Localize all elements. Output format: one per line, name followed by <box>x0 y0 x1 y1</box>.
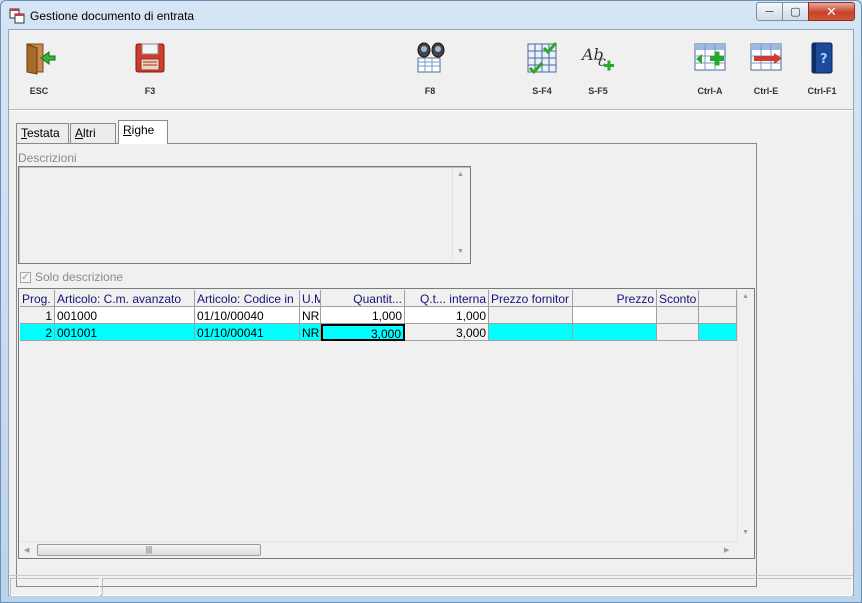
descrizioni-scrollbar[interactable]: ▲ ▼ <box>452 168 469 262</box>
col-header-articolo-cm[interactable]: Articolo: C.m. avanzato <box>55 290 195 307</box>
spellcheck-button[interactable]: Ab c S-F5 <box>570 36 626 102</box>
thumb-grip-icon: ||| <box>145 545 153 554</box>
scroll-up-icon[interactable]: ▲ <box>742 293 749 300</box>
main-window: Gestione documento di entrata ─ ▢ ✕ ESC <box>0 0 862 603</box>
status-bar <box>9 575 853 596</box>
exit-door-icon <box>26 43 56 75</box>
cell-articolo-cm[interactable]: 001001 <box>55 324 195 341</box>
righe-panel: Descrizioni ▲ ▼ ✓ Solo descrizione Prog.… <box>16 143 757 587</box>
tab-altri[interactable]: Altri <box>70 123 116 143</box>
esc-button[interactable]: ESC <box>11 36 67 102</box>
add-row-button-label: Ctrl-A <box>697 86 723 96</box>
help-button[interactable]: ? Ctrl-F1 <box>794 36 850 102</box>
help-book-icon: ? <box>811 42 833 74</box>
svg-text:?: ? <box>820 52 828 67</box>
solo-descrizione-label: Solo descrizione <box>35 270 124 284</box>
tab-righe[interactable]: Righe <box>118 120 168 144</box>
maximize-button[interactable]: ▢ <box>782 2 809 21</box>
tab-righe-hotkey: R <box>123 123 132 137</box>
descrizioni-label: Descrizioni <box>18 151 77 165</box>
cell-articolo-codice[interactable]: 01/10/00041 <box>195 324 300 341</box>
app-windows-icon <box>9 8 25 24</box>
spellcheck-add-icon: Ab c <box>580 45 614 71</box>
col-header-quantita[interactable]: Quantit... <box>321 290 405 307</box>
horizontal-scroll-thumb[interactable]: ||| <box>37 544 261 556</box>
close-button[interactable]: ✕ <box>808 2 855 21</box>
col-header-qt-interna[interactable]: Q.t... interna <box>405 290 489 307</box>
grid-vertical-scrollbar[interactable]: ▲ ▼ <box>737 289 754 541</box>
cell-prezzo-fornitore[interactable] <box>489 324 573 341</box>
cell-extra[interactable] <box>699 324 737 341</box>
scroll-left-icon[interactable]: ◀ <box>24 546 29 554</box>
cell-articolo-cm[interactable]: 001000 <box>55 307 195 324</box>
righe-grid[interactable]: Prog. Articolo: C.m. avanzato Articolo: … <box>18 288 755 559</box>
grid-horizontal-scrollbar[interactable]: ◀ ||| ▶ <box>19 541 738 558</box>
cell-um[interactable]: NR <box>300 324 321 341</box>
help-button-label: Ctrl-F1 <box>807 86 837 96</box>
cell-sconto[interactable] <box>657 324 699 341</box>
minimize-icon: ─ <box>765 5 774 18</box>
cell-extra[interactable] <box>699 307 737 324</box>
cell-sconto[interactable] <box>657 307 699 324</box>
delete-row-button[interactable]: Ctrl-E <box>738 36 794 102</box>
esc-button-label: ESC <box>29 86 49 96</box>
cell-qt-interna[interactable]: 3,000 <box>405 324 489 341</box>
cell-um[interactable]: NR <box>300 307 321 324</box>
grid-check-button-label: S-F4 <box>532 86 552 96</box>
cell-prezzo[interactable] <box>573 324 657 341</box>
checkbox-check-icon: ✓ <box>20 271 31 283</box>
col-header-prezzo[interactable]: Prezzo <box>573 290 657 307</box>
col-header-sconto[interactable]: Sconto <box>657 290 699 307</box>
descrizioni-textarea[interactable]: ▲ ▼ <box>18 166 471 264</box>
delete-row-button-label: Ctrl-E <box>753 86 779 96</box>
toolbar-separator <box>9 109 853 111</box>
search-button[interactable]: F8 <box>402 36 458 102</box>
save-button-label: F3 <box>144 86 156 96</box>
maximize-icon: ▢ <box>790 6 801 18</box>
col-header-extra[interactable] <box>699 290 737 307</box>
tab-altri-label: ltri <box>83 126 96 140</box>
toolbar: ESC F3 F8 S-F4 Ab c S-F5 Ctrl-A Ctrl-E ?… <box>9 30 853 102</box>
floppy-save-icon <box>135 43 165 73</box>
title-bar[interactable]: Gestione documento di entrata ─ ▢ ✕ <box>1 1 861 29</box>
cell-articolo-codice[interactable]: 01/10/00040 <box>195 307 300 324</box>
add-row-button[interactable]: Ctrl-A <box>682 36 738 102</box>
tab-testata[interactable]: Testata <box>16 123 69 143</box>
window-title: Gestione documento di entrata <box>30 9 195 23</box>
status-panel-1 <box>10 578 100 596</box>
cell-prezzo-fornitore[interactable] <box>489 307 573 324</box>
search-button-label: F8 <box>424 86 436 96</box>
tab-altri-hotkey: A <box>75 126 84 140</box>
col-header-prezzo-fornitore[interactable]: Prezzo fornitor <box>489 290 573 307</box>
delete-row-icon <box>750 43 782 71</box>
cell-quantita-focused[interactable]: 3,000 <box>321 324 405 341</box>
scroll-down-icon[interactable]: ▼ <box>457 248 464 255</box>
grid-check-icon <box>527 42 558 75</box>
col-header-um[interactable]: U.M <box>300 290 321 307</box>
status-panel-2 <box>102 578 852 596</box>
tab-testata-label: estata <box>27 126 60 140</box>
cell-qt-interna[interactable]: 1,000 <box>405 307 489 324</box>
binoculars-search-icon <box>417 42 445 73</box>
col-header-articolo-codice[interactable]: Articolo: Codice in <box>195 290 300 307</box>
minimize-button[interactable]: ─ <box>756 2 783 21</box>
tab-righe-label: ighe <box>131 123 155 137</box>
scroll-up-icon[interactable]: ▲ <box>457 171 464 178</box>
col-header-prog[interactable]: Prog. <box>20 290 55 307</box>
add-row-icon <box>694 43 726 71</box>
scroll-down-icon[interactable]: ▼ <box>742 529 749 536</box>
close-icon: ✕ <box>826 3 837 19</box>
svg-text:c: c <box>598 54 606 70</box>
cell-prog[interactable]: 1 <box>20 307 55 324</box>
cell-prezzo[interactable] <box>573 307 657 324</box>
cell-quantita[interactable]: 1,000 <box>321 307 405 324</box>
save-button[interactable]: F3 <box>122 36 178 102</box>
client-area: ESC F3 F8 S-F4 Ab c S-F5 Ctrl-A Ctrl-E ?… <box>8 29 854 596</box>
solo-descrizione-checkbox[interactable]: ✓ Solo descrizione <box>20 270 123 284</box>
cell-prog[interactable]: 2 <box>20 324 55 341</box>
scroll-right-icon[interactable]: ▶ <box>724 546 729 554</box>
grid-check-button[interactable]: S-F4 <box>514 36 570 102</box>
spellcheck-button-label: S-F5 <box>588 86 608 96</box>
